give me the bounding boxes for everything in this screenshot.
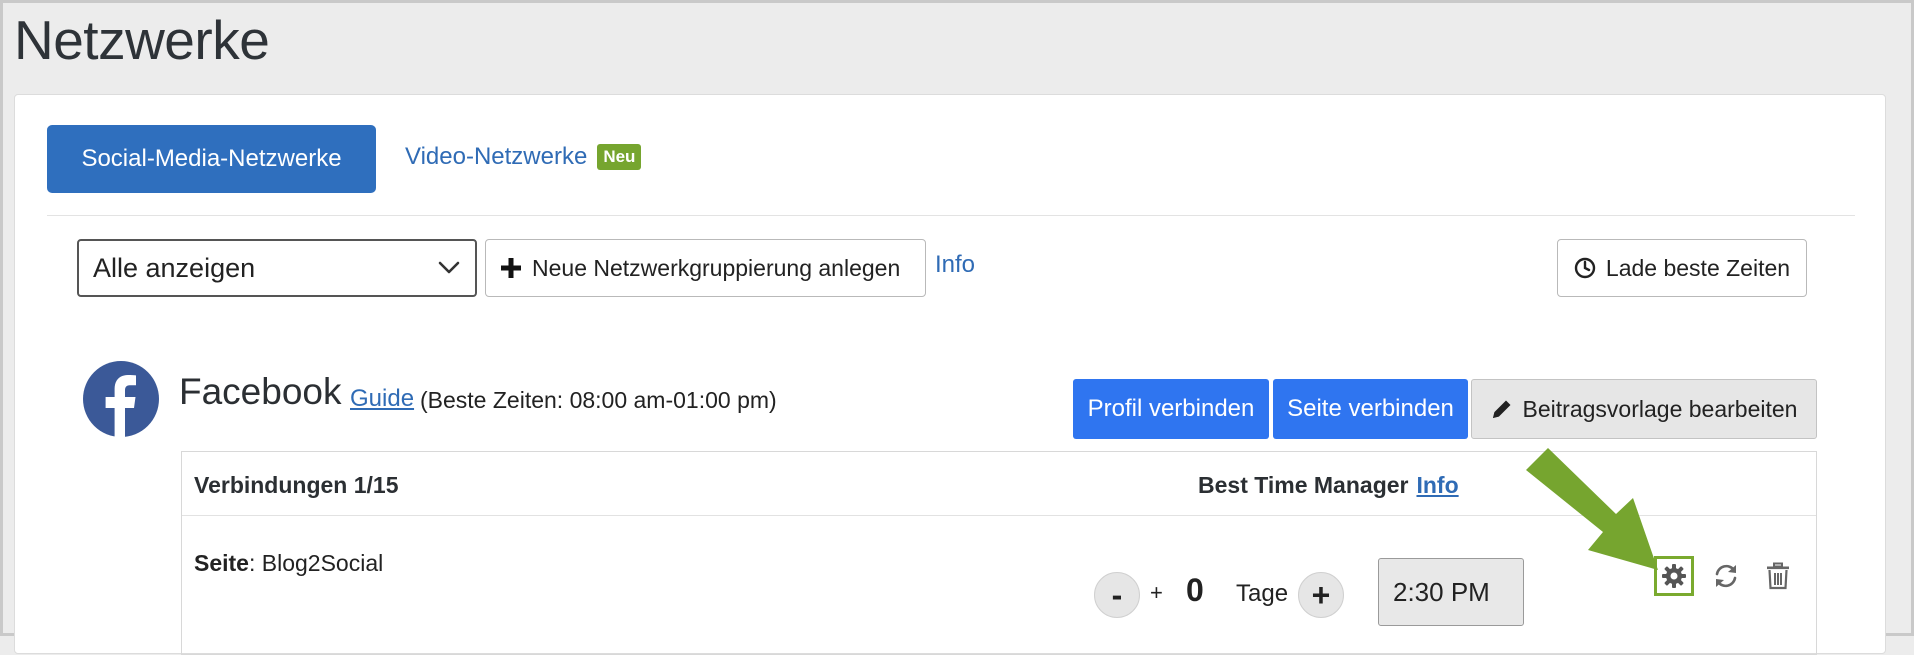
time-input[interactable]: 2:30 PM [1378, 558, 1524, 626]
chevron-down-icon [438, 261, 460, 274]
facebook-logo-icon [83, 361, 159, 437]
tab-video-label: Video-Netzwerke [405, 143, 588, 170]
tab-social-media-networks[interactable]: Social-Media-Netzwerke [47, 125, 376, 193]
refresh-icon [1715, 564, 1737, 588]
delete-button[interactable] [1760, 558, 1796, 594]
tab-video-networks[interactable]: Video-Netzwerke Neu [405, 143, 642, 171]
best-times-text: (Beste Zeiten: 08:00 am-01:00 pm) [420, 387, 777, 413]
days-label: Tage [1236, 580, 1289, 607]
connection-type: Seite [194, 550, 249, 576]
new-network-group-button[interactable]: Neue Netzwerkgruppierung anlegen [485, 239, 926, 297]
best-times-label: Lade beste Zeiten [1605, 254, 1791, 281]
days-decrement-button[interactable]: - [1094, 572, 1140, 618]
network-name: Facebook [179, 371, 342, 412]
edit-post-template-button[interactable]: Beitragsvorlage bearbeiten [1471, 379, 1817, 439]
guide-link[interactable]: Guide [350, 385, 414, 413]
tab-divider [47, 215, 1855, 216]
load-best-times-button[interactable]: Lade beste Zeiten [1557, 239, 1807, 297]
connection-row-label: Seite: Blog2Social [194, 550, 383, 577]
trash-icon [1767, 562, 1789, 590]
edit-template-label: Beitragsvorlage bearbeiten [1522, 395, 1798, 422]
best-time-manager-info-link[interactable]: Info [1416, 472, 1458, 499]
connections-count: Verbindungen 1/15 [194, 472, 399, 498]
new-group-label: Neue Netzwerkgruppierung anlegen [532, 254, 901, 281]
days-increment-button[interactable]: + [1298, 572, 1344, 618]
days-sign: + [1150, 580, 1163, 605]
connect-page-button[interactable]: Seite verbinden [1273, 379, 1468, 439]
connect-profile-button[interactable]: Profil verbinden [1073, 379, 1269, 439]
refresh-button[interactable] [1708, 558, 1744, 594]
plus-icon [501, 258, 521, 278]
network-filter-select[interactable]: Alle anzeigen [77, 239, 477, 297]
clock-icon [1574, 257, 1596, 279]
info-link[interactable]: Info [935, 251, 975, 279]
page-title: Netzwerke [14, 9, 270, 71]
best-time-manager-header: Best Time Manager Info [1198, 472, 1459, 499]
best-time-manager-label: Best Time Manager [1198, 472, 1409, 498]
new-badge: Neu [597, 144, 642, 170]
arrow-icon [1526, 448, 1658, 570]
connection-name: : Blog2Social [248, 550, 384, 576]
days-value: 0 [1186, 572, 1204, 608]
filter-selected-value: Alle anzeigen [93, 252, 256, 283]
pencil-icon [1492, 400, 1511, 418]
